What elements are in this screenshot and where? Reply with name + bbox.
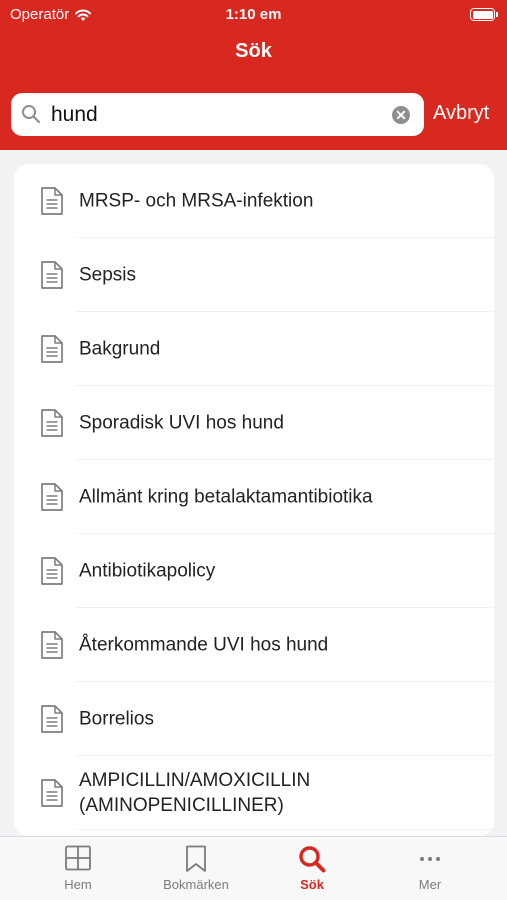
search-field[interactable] bbox=[11, 93, 424, 136]
document-icon bbox=[40, 408, 64, 438]
document-icon bbox=[40, 704, 64, 734]
tab-bar: Hem Bokmärken Sök Mer bbox=[0, 836, 507, 900]
page-title: Sök bbox=[235, 40, 272, 62]
document-icon bbox=[40, 556, 64, 586]
list-item[interactable]: Allmänt kring betalaktamantibiotika bbox=[14, 460, 494, 534]
list-item-label: Antibiotikapolicy bbox=[79, 560, 216, 582]
list-item[interactable]: Återkommande UVI hos hund bbox=[14, 608, 494, 682]
status-time: 1:10 em bbox=[225, 6, 282, 23]
document-icon bbox=[40, 186, 64, 216]
list-item-label: MRSP- och MRSA-infektion bbox=[79, 190, 314, 212]
tab-sok[interactable]: Sök bbox=[249, 837, 375, 900]
grid-icon bbox=[65, 845, 91, 871]
search-icon bbox=[22, 105, 41, 124]
list-item[interactable]: AMPICILLIN/AMOXICILLIN (AMINOPENICILLINE… bbox=[14, 756, 494, 830]
list-item[interactable]: Sepsis bbox=[14, 238, 494, 312]
cancel-button[interactable]: Avbryt bbox=[433, 102, 489, 125]
document-icon bbox=[40, 630, 64, 660]
battery-icon bbox=[470, 8, 498, 21]
list-item[interactable]: Borrelios bbox=[14, 682, 494, 756]
tab-label: Mer bbox=[418, 877, 442, 892]
document-icon bbox=[40, 482, 64, 512]
list-item-label: Återkommande UVI hos hund bbox=[79, 634, 329, 656]
list-item[interactable]: Sporadisk UVI hos hund bbox=[14, 386, 494, 460]
list-item-label: Bakgrund bbox=[79, 338, 161, 360]
list-item-label: Allmänt kring betalaktamantibiotika bbox=[79, 486, 373, 508]
tab-label: Bokmärken bbox=[163, 877, 229, 892]
list-item[interactable]: MRSP- och MRSA-infektion bbox=[14, 164, 494, 238]
list-item-label: Sepsis bbox=[79, 264, 137, 286]
tab-bokmarken[interactable]: Bokmärken bbox=[133, 837, 259, 900]
tab-mer[interactable]: Mer bbox=[367, 837, 493, 900]
more-icon bbox=[420, 857, 440, 861]
list-item[interactable]: Bakgrund bbox=[14, 312, 494, 386]
tab-label: Hem bbox=[64, 877, 92, 892]
document-icon bbox=[40, 334, 64, 364]
clear-icon[interactable] bbox=[392, 106, 410, 124]
search-icon bbox=[299, 846, 326, 873]
list-item-label: Sporadisk UVI hos hund bbox=[79, 412, 284, 434]
list-item-label: AMPICILLIN/AMOXICILLIN (AMINOPENICILLINE… bbox=[79, 770, 311, 816]
document-icon bbox=[40, 260, 64, 290]
document-icon bbox=[40, 778, 64, 808]
bookmark-icon bbox=[186, 845, 206, 872]
list-item-label: Borrelios bbox=[79, 708, 154, 730]
search-input[interactable] bbox=[51, 97, 381, 132]
tab-hem[interactable]: Hem bbox=[15, 837, 141, 900]
header: Operatör 1:10 em Sök Avbryt bbox=[0, 0, 507, 150]
tab-label: Sök bbox=[300, 877, 324, 892]
search-results-list: MRSP- och MRSA-infektion Sepsis Bakgrund Sp… bbox=[14, 164, 494, 836]
list-item[interactable]: Antibiotikapolicy bbox=[14, 534, 494, 608]
status-bar: Operatör 1:10 em bbox=[0, 0, 507, 30]
